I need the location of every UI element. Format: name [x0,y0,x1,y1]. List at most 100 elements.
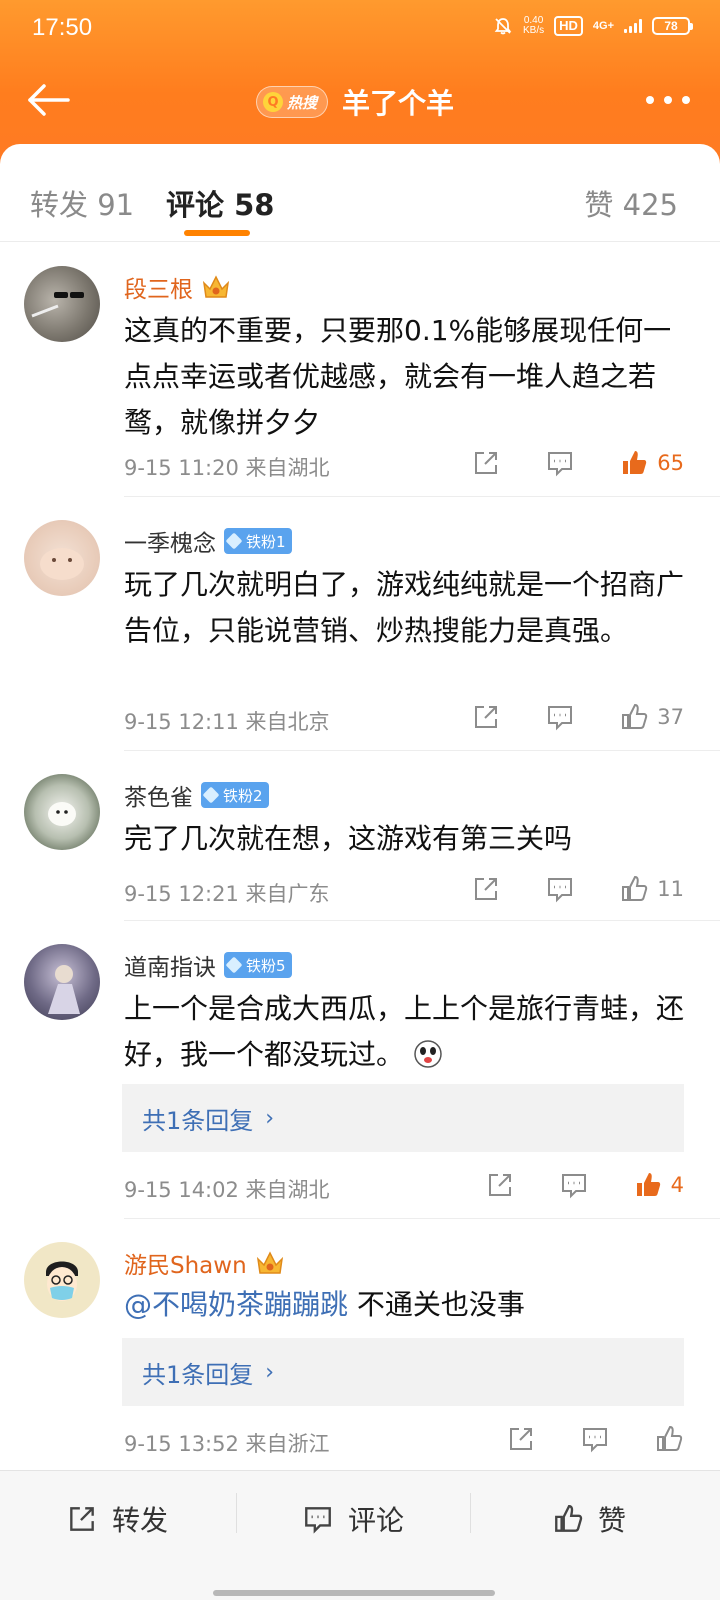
comment-meta: 9-15 11:20 来自湖北 [124,456,330,480]
emoji-icon [414,1040,442,1068]
reply-icon[interactable] [559,1170,589,1200]
comment-text: 这真的不重要，只要那0.1%能够展现任何一点点幸运或者优越感，就会有一堆人趋之若… [124,314,672,439]
diamond-icon [225,956,243,974]
reply-summary-button[interactable]: 共1条回复 › [122,1338,684,1406]
bird-icon [48,802,76,826]
comment-text: 玩了几次就明白了，游戏纯纯就是一个招商广告位，只能说营销、炒热搜能力是真强。 [124,568,685,647]
comment-meta: 9-15 14:02 来自湖北 [124,1178,330,1202]
masked-person-icon [46,1261,78,1301]
status-icons: 0.40 KB/s HD 4G+ 78 [493,15,693,36]
vip-crown-icon [202,275,230,298]
avatar[interactable] [24,774,100,850]
like-icon[interactable] [654,1424,684,1454]
bottom-action-bar: 转发 评论 赞 [0,1470,720,1600]
vip-crown-icon [256,1251,283,1274]
reply-summary-button[interactable]: 共1条回复 › [122,1084,684,1152]
mute-bell-icon [494,18,512,35]
network-speed: 0.40 KB/s [522,15,545,36]
divider [124,1218,720,1219]
active-tab-indicator [184,230,250,236]
share-icon[interactable] [471,448,501,478]
chevron-right-icon: › [265,1105,275,1131]
comment-username[interactable]: 段三根 [124,270,231,304]
diamond-icon [202,786,220,804]
avatar[interactable] [24,266,100,342]
reply-icon[interactable] [545,448,575,478]
divider [124,496,720,497]
character-icon [48,965,80,1014]
avatar[interactable] [24,520,100,596]
diamond-icon [225,532,243,550]
hot-search-badge[interactable]: Q 热搜 [256,86,329,118]
avatar[interactable] [24,1242,100,1318]
share-icon[interactable] [506,1424,536,1454]
tab-bar: 转发 91 评论 58 赞 425 [0,144,720,242]
more-options-button[interactable] [636,86,700,114]
comment-username[interactable]: 一季槐念 铁粉1 [124,524,292,558]
reply-icon[interactable] [545,874,575,904]
search-icon: Q [263,92,283,112]
comment-meta: 9-15 13:52 来自浙江 [124,1432,330,1456]
comment-username[interactable]: 茶色雀 铁粉2 [124,778,269,812]
comment-username[interactable]: 游民Shawn [124,1246,285,1280]
comment-actions: 4 [485,1170,684,1200]
comment-icon [305,1507,331,1534]
comment-actions: 11 [471,874,684,904]
reply-icon[interactable] [545,702,575,732]
fan-badge: 铁粉1 [224,528,292,554]
like-icon [555,1505,583,1532]
topic-title-area[interactable]: Q 热搜 羊了个羊 [256,82,454,122]
divider [236,1493,237,1533]
like-count: 65 [657,451,684,475]
tab-likes[interactable]: 赞 425 [584,182,678,224]
tab-repost[interactable]: 转发 91 [30,182,134,224]
fan-badge: 铁粉5 [224,952,292,978]
comment-button[interactable]: 评论 [302,1499,404,1539]
network-type: 4G+ [592,19,614,32]
page-title: 羊了个羊 [342,87,455,120]
home-indicator[interactable] [213,1590,495,1596]
divider [124,750,720,751]
share-icon[interactable] [471,702,501,732]
dot-icon [682,96,690,104]
signal-icon [624,19,642,33]
divider [470,1493,471,1533]
status-time: 17:50 [32,14,93,41]
share-icon[interactable] [471,874,501,904]
like-icon[interactable] [619,874,649,904]
comment-text: 上一个是合成大西瓜，上上个是旅行青蛙，还好，我一个都没玩过。 [124,992,685,1071]
like-button[interactable]: 赞 [552,1499,626,1539]
share-icon [70,1507,94,1531]
status-bar: 17:50 0.40 KB/s HD 4G+ 78 [0,0,720,58]
battery-icon: 78 [652,17,693,35]
tab-comments[interactable]: 评论 58 [166,182,274,224]
comment-meta: 9-15 12:11 来自北京 [124,710,330,734]
like-icon[interactable] [619,702,649,732]
fan-badge: 铁粉2 [201,782,269,808]
like-count: 37 [657,705,684,729]
navigation-bar: Q 热搜 羊了个羊 [0,70,720,130]
avatar[interactable] [24,944,100,1020]
back-button[interactable] [26,82,72,118]
like-count: 4 [670,1173,684,1197]
dot-icon [664,96,672,104]
reply-icon[interactable] [580,1424,610,1454]
repost-button[interactable]: 转发 [66,1499,168,1539]
like-icon-active[interactable] [633,1170,663,1200]
mention-link[interactable]: @不喝奶茶蹦蹦跳 [124,1288,348,1321]
hd-indicator: HD [554,16,583,36]
divider [124,920,720,921]
dot-icon [646,96,654,104]
like-count: 11 [657,877,684,901]
comment-actions: 37 [471,702,684,732]
puppy-icon [40,548,84,580]
comment-text: @不喝奶茶蹦蹦跳 不通关也没事 [124,1288,525,1321]
comment-text: 完了几次就在想，这游戏有第三关吗 [124,822,573,855]
comments-sheet: 转发 91 评论 58 赞 425 段三根 这真的不重要，只要那0.1%能够展现… [0,144,720,1470]
share-icon[interactable] [485,1170,515,1200]
like-icon-active[interactable] [619,448,649,478]
comment-actions: 65 [471,448,684,478]
comment-actions [506,1424,684,1454]
comment-meta: 9-15 12:21 来自广东 [124,882,330,906]
comment-username[interactable]: 道南指诀 铁粉5 [124,948,292,982]
